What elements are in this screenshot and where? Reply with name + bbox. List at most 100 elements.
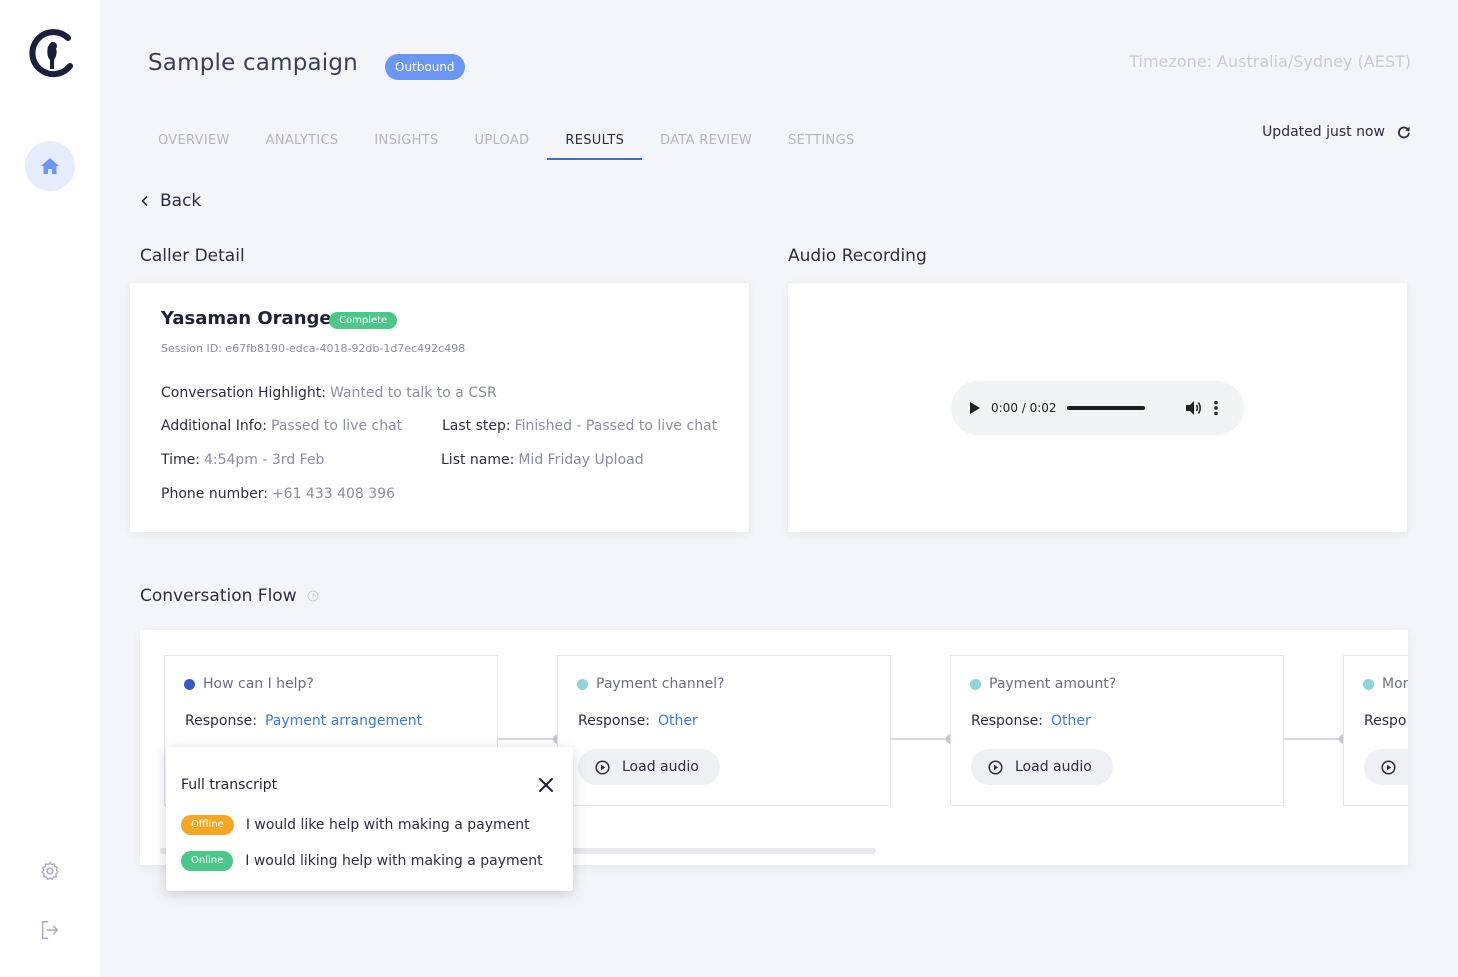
- tab-settings[interactable]: SETTINGS: [770, 122, 872, 160]
- node-response: Respo: [1364, 713, 1406, 729]
- flow-connector: [1284, 738, 1344, 740]
- field-label: Time:: [161, 452, 200, 468]
- volume-icon[interactable]: [1185, 400, 1203, 416]
- audio-recording-heading: Audio Recording: [788, 246, 927, 266]
- session-id: Session ID: e67fb8190-edca-4018-92db-1d7…: [161, 342, 466, 355]
- field-value: +61 433 408 396: [271, 486, 395, 502]
- tab-data-review[interactable]: DATA REVIEW: [642, 122, 770, 160]
- play-icon[interactable]: [969, 401, 981, 415]
- node-status-dot: [577, 678, 588, 690]
- caller-detail-heading: Caller Detail: [140, 246, 245, 266]
- transcript-title: Full transcript: [181, 777, 278, 793]
- flow-node[interactable]: Payment amount? Response: Other Load audi…: [950, 655, 1284, 806]
- tab-upload[interactable]: UPLOAD: [457, 122, 548, 160]
- play-circle-icon: [1381, 759, 1396, 775]
- load-audio-button[interactable]: Load audio: [971, 749, 1113, 785]
- home-button[interactable]: [25, 141, 75, 191]
- node-question-text: Payment amount?: [989, 676, 1117, 692]
- update-status: Updated just now: [1262, 124, 1411, 140]
- home-icon: [41, 158, 59, 174]
- logout-icon[interactable]: [37, 917, 63, 943]
- status-badge: Complete: [329, 312, 398, 329]
- field-label: List name:: [441, 452, 515, 468]
- play-circle-icon: [988, 759, 1003, 775]
- updated-label: Updated just now: [1262, 124, 1385, 140]
- phone-number-row: Phone number: +61 433 408 396: [161, 486, 395, 502]
- load-audio-label: Load audio: [1015, 759, 1092, 775]
- node-status-dot: [970, 678, 981, 690]
- load-audio-label: Load audio: [622, 759, 699, 775]
- caller-detail-card: Yasaman Orange Complete Session ID: e67f…: [130, 283, 749, 532]
- list-name-row: List name: Mid Friday Upload: [441, 452, 644, 468]
- sidebar: [0, 0, 100, 977]
- settings-gear-icon[interactable]: [37, 858, 63, 884]
- close-icon[interactable]: [537, 776, 555, 794]
- node-response: Response: Payment arrangement: [185, 713, 422, 729]
- caller-name: Yasaman Orange: [161, 308, 332, 329]
- field-value: Finished - Passed to live chat: [514, 418, 718, 434]
- channel-badge: Offline: [181, 815, 234, 835]
- chevron-left-icon: [141, 195, 148, 207]
- time-row: Time: 4:54pm - 3rd Feb: [161, 452, 324, 468]
- tab-overview[interactable]: OVERVIEW: [140, 122, 248, 160]
- refresh-icon[interactable]: [1397, 125, 1411, 139]
- transcript-text: I would like help with making a payment: [245, 817, 530, 833]
- node-question-text: How can I help?: [203, 676, 314, 692]
- node-question: Mor: [1363, 676, 1408, 692]
- conversation-highlight-row: Conversation Highlight: Wanted to talk to…: [161, 385, 497, 401]
- channel-badge: Online: [181, 851, 234, 871]
- flow-connector: [498, 738, 558, 740]
- additional-info-row: Additional Info: Passed to live chat: [161, 418, 402, 434]
- tab-analytics[interactable]: ANALYTICS: [248, 122, 357, 160]
- tab-insights[interactable]: INSIGHTS: [356, 122, 456, 160]
- node-question-text: Mor: [1382, 676, 1408, 692]
- campaign-type-badge: Outbound: [385, 54, 465, 80]
- field-label: Additional Info:: [161, 418, 267, 434]
- node-question-text: Payment channel?: [596, 676, 725, 692]
- help-icon[interactable]: ?: [307, 590, 319, 602]
- timezone-label: Timezone: Australia/Sydney (AEST): [1129, 52, 1411, 71]
- transcript-text: I would liking help with making a paymen…: [245, 853, 543, 869]
- response-value: Payment arrangement: [264, 713, 423, 729]
- response-label: Respo: [1364, 713, 1407, 729]
- field-label: Phone number:: [161, 486, 268, 502]
- field-value: 4:54pm - 3rd Feb: [203, 452, 325, 468]
- flow-node[interactable]: Payment channel? Response: Other Load aud…: [557, 655, 891, 806]
- conversation-flow-title: Conversation Flow: [140, 586, 297, 606]
- node-status-dot: [184, 678, 195, 690]
- svg-text:?: ?: [311, 593, 315, 601]
- tab-bar: OVERVIEW ANALYTICS INSIGHTS UPLOAD RESUL…: [140, 122, 873, 160]
- transcript-line: Online I would liking help with making a…: [181, 851, 543, 871]
- response-value: Other: [1050, 713, 1091, 729]
- tab-results[interactable]: RESULTS: [547, 122, 643, 160]
- audio-player: 0:00 / 0:02: [951, 381, 1244, 435]
- node-question: How can I help?: [184, 676, 314, 692]
- response-label: Response:: [971, 713, 1043, 729]
- back-label: Back: [160, 191, 202, 211]
- transcript-line: Offline I would like help with making a …: [181, 815, 530, 835]
- response-value: Other: [657, 713, 698, 729]
- conversation-flow-heading: Conversation Flow ?: [140, 586, 319, 606]
- play-circle-icon: [595, 759, 610, 775]
- last-step-row: Last step: Finished - Passed to live chat: [442, 418, 717, 434]
- node-status-dot: [1363, 678, 1374, 690]
- load-audio-button[interactable]: [1364, 749, 1408, 785]
- field-value: Wanted to talk to a CSR: [329, 385, 497, 401]
- progress-track[interactable]: [1067, 406, 1145, 410]
- playback-time: 0:00 / 0:02: [991, 401, 1057, 415]
- back-button[interactable]: Back: [140, 191, 201, 211]
- node-response: Response: Other: [578, 713, 698, 729]
- load-audio-button[interactable]: Load audio: [578, 749, 720, 785]
- field-label: Conversation Highlight:: [161, 385, 326, 401]
- transcript-popup: Full transcript Offline I would like hel…: [166, 747, 573, 891]
- flow-node[interactable]: Mor Respo: [1343, 655, 1408, 806]
- field-value: Passed to live chat: [270, 418, 403, 434]
- response-label: Response:: [578, 713, 650, 729]
- audio-recording-card: 0:00 / 0:02: [788, 283, 1407, 532]
- field-label: Last step:: [442, 418, 511, 434]
- response-label: Response:: [185, 713, 257, 729]
- brand-logo-icon[interactable]: [24, 26, 78, 80]
- node-question: Payment channel?: [577, 676, 725, 692]
- more-options-icon[interactable]: [1213, 400, 1219, 416]
- node-question: Payment amount?: [970, 676, 1116, 692]
